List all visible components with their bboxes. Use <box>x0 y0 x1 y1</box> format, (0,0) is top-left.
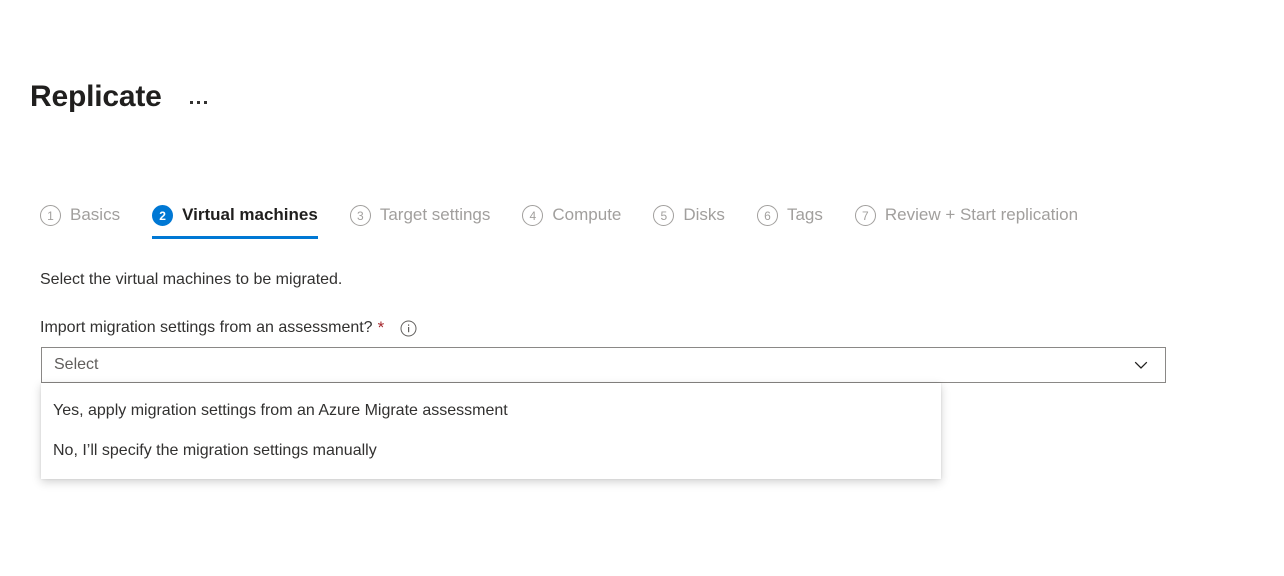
page-title: Replicate <box>30 76 162 118</box>
tab-label: Review + Start replication <box>885 204 1078 226</box>
tab-label: Target settings <box>380 204 491 226</box>
tab-compute[interactable]: 4 Compute <box>522 204 621 239</box>
page-header: Replicate <box>30 76 209 118</box>
tab-step-number: 4 <box>522 205 543 226</box>
tab-step-number: 6 <box>757 205 778 226</box>
tab-tags[interactable]: 6 Tags <box>757 204 823 239</box>
ellipsis-dot <box>204 101 207 104</box>
tab-basics[interactable]: 1 Basics <box>40 204 120 239</box>
tab-virtual-machines[interactable]: 2 Virtual machines <box>152 204 318 239</box>
wizard-tab-bar: 1 Basics 2 Virtual machines 3 Target set… <box>40 204 1110 239</box>
tab-review-start-replication[interactable]: 7 Review + Start replication <box>855 204 1078 239</box>
tab-step-number: 2 <box>152 205 173 226</box>
assessment-dropdown-panel: Yes, apply migration settings from an Az… <box>41 383 941 479</box>
tab-step-number: 1 <box>40 205 61 226</box>
tab-disks[interactable]: 5 Disks <box>653 204 725 239</box>
tab-target-settings[interactable]: 3 Target settings <box>350 204 491 239</box>
tab-step-number: 5 <box>653 205 674 226</box>
tab-step-number: 3 <box>350 205 371 226</box>
tab-label: Disks <box>683 204 725 226</box>
tab-label: Tags <box>787 204 823 226</box>
ellipsis-dot <box>197 101 200 104</box>
select-value: Select <box>54 355 98 375</box>
tab-step-number: 7 <box>855 205 876 226</box>
chevron-down-icon[interactable] <box>1133 357 1149 373</box>
dropdown-option-yes[interactable]: Yes, apply migration settings from an Az… <box>41 391 941 431</box>
assessment-select-field[interactable]: Select <box>41 347 1166 383</box>
tab-label: Virtual machines <box>182 204 318 226</box>
field-label: Import migration settings from an assess… <box>40 317 373 339</box>
tab-label: Basics <box>70 204 120 226</box>
ellipsis-icon[interactable] <box>188 97 209 108</box>
info-icon[interactable] <box>400 320 417 337</box>
intro-text: Select the virtual machines to be migrat… <box>40 269 342 291</box>
dropdown-option-no[interactable]: No, I’ll specify the migration settings … <box>41 431 941 471</box>
field-label-row: Import migration settings from an assess… <box>40 317 417 339</box>
tab-label: Compute <box>552 204 621 226</box>
ellipsis-dot <box>190 101 193 104</box>
required-asterisk: * <box>378 319 385 337</box>
